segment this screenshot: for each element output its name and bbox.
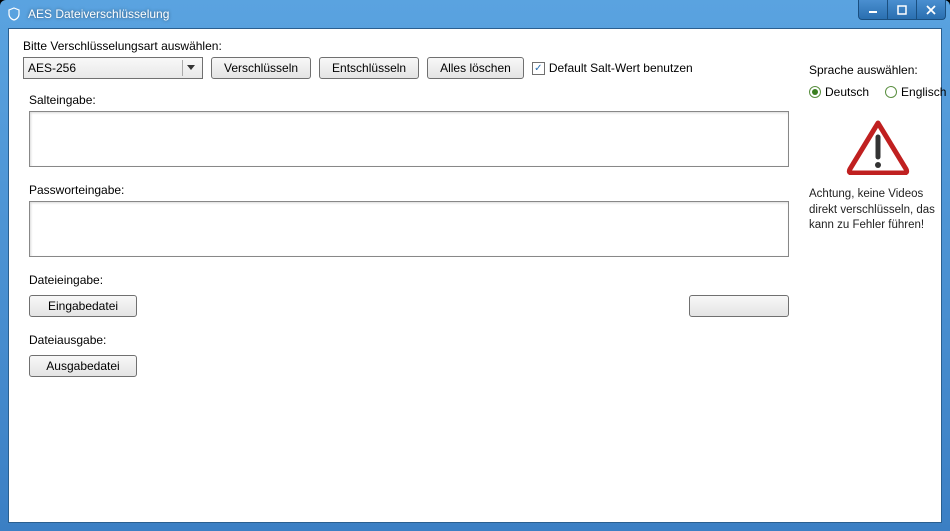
radio-en[interactable] xyxy=(885,86,897,98)
file-in-block: Dateieingabe: Eingabedatei xyxy=(23,273,789,317)
lang-en-option[interactable]: Englisch xyxy=(885,85,946,99)
default-salt-checkbox-wrap[interactable]: ✓ Default Salt-Wert benutzen xyxy=(532,61,693,75)
input-file-button[interactable]: Eingabedatei xyxy=(29,295,137,317)
titlebar[interactable]: AES Dateiverschlüsselung xyxy=(0,0,950,28)
action-button[interactable] xyxy=(689,295,789,317)
algo-select-label: Bitte Verschlüsselungsart auswählen: xyxy=(23,39,789,53)
minimize-button[interactable] xyxy=(858,0,888,20)
default-salt-label: Default Salt-Wert benutzen xyxy=(549,61,693,75)
client-area: Bitte Verschlüsselungsart auswählen: AES… xyxy=(8,28,942,523)
warning-icon xyxy=(846,119,910,175)
password-input[interactable] xyxy=(29,201,789,257)
salt-block: Salteingabe: xyxy=(23,93,789,167)
main-column: Bitte Verschlüsselungsart auswählen: AES… xyxy=(23,39,809,512)
lang-de-option[interactable]: Deutsch xyxy=(809,85,869,99)
decrypt-button[interactable]: Entschlüsseln xyxy=(319,57,419,79)
language-label: Sprache auswählen: xyxy=(809,63,946,77)
clear-all-button[interactable]: Alles löschen xyxy=(427,57,524,79)
encrypt-button[interactable]: Verschlüsseln xyxy=(211,57,311,79)
output-file-button[interactable]: Ausgabedatei xyxy=(29,355,137,377)
algo-select-value: AES-256 xyxy=(28,61,76,75)
language-radio-group: Deutsch Englisch xyxy=(809,85,946,99)
salt-label: Salteingabe: xyxy=(29,93,789,107)
default-salt-checkbox[interactable]: ✓ xyxy=(532,62,545,75)
close-button[interactable] xyxy=(916,0,946,20)
warning-text: Achtung, keine Videos direkt verschlüsse… xyxy=(809,187,946,234)
radio-de[interactable] xyxy=(809,86,821,98)
file-out-block: Dateiausgabe: Ausgabedatei xyxy=(23,333,789,377)
file-out-label: Dateiausgabe: xyxy=(29,333,789,347)
password-label: Passworteingabe: xyxy=(29,183,789,197)
lang-en-label: Englisch xyxy=(901,85,946,99)
maximize-button[interactable] xyxy=(887,0,917,20)
window-controls xyxy=(859,0,946,20)
password-block: Passworteingabe: xyxy=(23,183,789,257)
app-window: AES Dateiverschlüsselung Bitte Verschlüs… xyxy=(0,0,950,531)
side-column: Sprache auswählen: Deutsch Englisch Acht… xyxy=(809,39,946,512)
algo-select[interactable]: AES-256 xyxy=(23,57,203,79)
salt-input[interactable] xyxy=(29,111,789,167)
shield-icon xyxy=(6,6,22,22)
lang-de-label: Deutsch xyxy=(825,85,869,99)
chevron-down-icon xyxy=(182,60,198,76)
toolbar-row: AES-256 Verschlüsseln Entschlüsseln Alle… xyxy=(23,57,789,79)
file-in-label: Dateieingabe: xyxy=(29,273,789,287)
window-title: AES Dateiverschlüsselung xyxy=(28,7,944,21)
